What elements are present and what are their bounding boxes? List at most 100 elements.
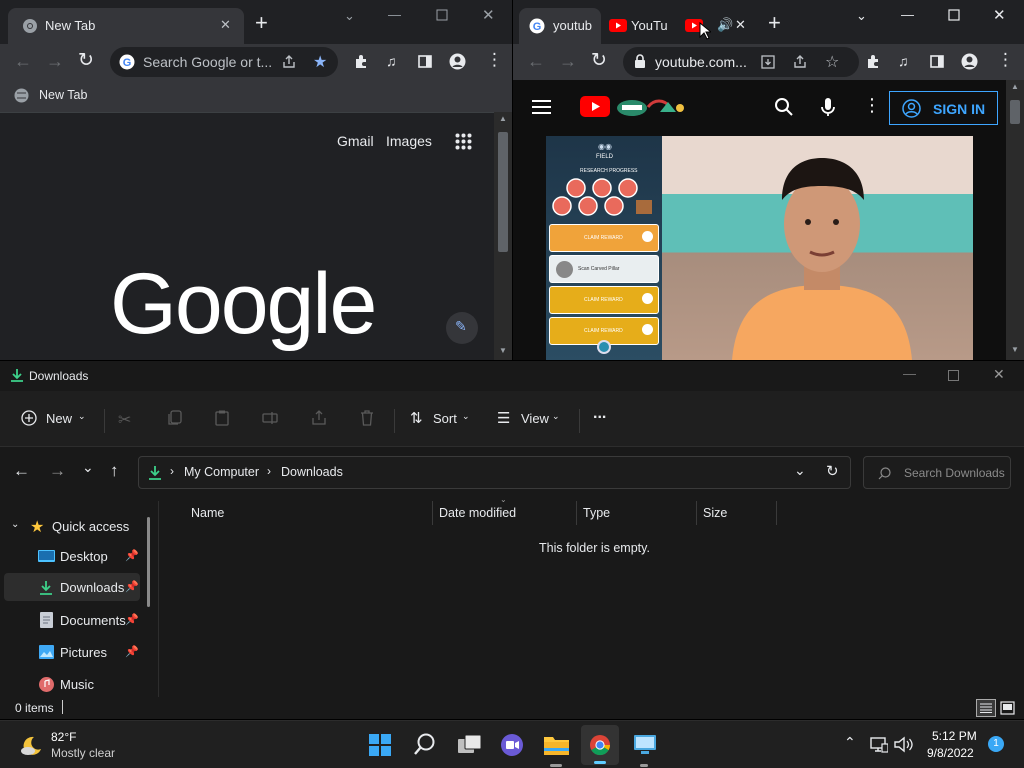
menu-kebab-icon[interactable]: ⋮	[486, 50, 503, 70]
new-button[interactable]: New ⌄	[12, 403, 92, 433]
minimize-icon[interactable]: —	[901, 7, 914, 22]
youtube-logo-icon[interactable]	[580, 96, 610, 117]
close-window-icon[interactable]: ✕	[993, 6, 1006, 24]
scroll-thumb[interactable]	[1010, 100, 1020, 124]
breadcrumb-my-computer[interactable]: My Computer	[184, 465, 259, 479]
back-icon[interactable]: ←	[13, 461, 30, 481]
file-explorer-icon[interactable]	[543, 733, 570, 756]
scroll-down-icon[interactable]: ▼	[1011, 345, 1019, 354]
search-downloads-field[interactable]: Search Downloads	[863, 456, 1011, 489]
omnibox[interactable]: youtube.com... ☆	[623, 47, 859, 77]
tab-search-chevron-icon[interactable]: ⌄	[344, 8, 355, 24]
media-control-icon[interactable]: ♫	[898, 53, 909, 69]
address-bar[interactable]: › My Computer › Downloads ⌄ ↻	[138, 456, 851, 489]
network-icon[interactable]	[870, 736, 888, 753]
scroll-up-icon[interactable]: ▲	[1011, 82, 1019, 91]
cut-icon[interactable]: ✂	[118, 410, 131, 430]
volume-icon[interactable]	[894, 736, 913, 753]
windows-start-icon[interactable]	[369, 734, 391, 756]
column-separator[interactable]	[776, 501, 777, 525]
nav-quick-access[interactable]: Quick access	[52, 519, 129, 534]
pin-icon[interactable]: 📌	[125, 645, 139, 658]
bookmark-star-icon[interactable]: ★	[313, 52, 327, 72]
pin-icon[interactable]: 📌	[125, 580, 139, 593]
bookmark-star-icon[interactable]: ☆	[825, 52, 839, 72]
microphone-icon[interactable]	[821, 97, 835, 117]
close-window-icon[interactable]: ✕	[482, 6, 495, 24]
clock-date[interactable]: 9/8/2022	[927, 746, 974, 760]
side-panel-icon[interactable]	[418, 55, 432, 68]
nav-item-desktop[interactable]: Desktop 📌	[0, 541, 144, 571]
scrollbar[interactable]: ▲ ▼	[494, 112, 512, 360]
nav-scrollbar[interactable]	[147, 517, 150, 607]
scroll-down-icon[interactable]: ▼	[499, 346, 507, 355]
refresh-icon[interactable]: ↻	[826, 462, 839, 480]
expand-chevron-icon[interactable]: ⌄	[11, 519, 19, 530]
extensions-icon[interactable]	[354, 54, 369, 69]
install-app-icon[interactable]	[761, 55, 775, 69]
maximize-icon[interactable]	[436, 9, 448, 21]
hamburger-menu-icon[interactable]	[532, 99, 551, 114]
apps-grid-icon[interactable]	[455, 133, 472, 150]
images-link[interactable]: Images	[386, 133, 432, 149]
close-window-icon[interactable]: ✕	[993, 366, 1005, 383]
tab-youtube-playing[interactable]: 🔊 ✕	[677, 8, 753, 44]
tab-youtube-1[interactable]: G youtub	[519, 8, 601, 44]
nav-item-music[interactable]: Music	[0, 669, 144, 697]
clock-time[interactable]: 5:12 PM	[932, 729, 977, 743]
share-icon[interactable]	[311, 410, 327, 426]
reload-icon[interactable]: ↻	[78, 49, 94, 72]
view-button[interactable]: ☰ View ⌄	[492, 403, 568, 433]
minimize-icon[interactable]: —	[903, 366, 916, 381]
video-player[interactable]: ◉◉ FIELD RESEARCH PROGRESS CLAIM REWARD	[546, 136, 973, 360]
media-control-icon[interactable]: ♫	[386, 53, 397, 69]
up-icon[interactable]: ↑	[110, 461, 119, 481]
close-tab-icon[interactable]: ✕	[220, 17, 231, 33]
notification-badge[interactable]: 1	[988, 736, 1004, 752]
nav-item-documents[interactable]: Documents 📌	[0, 605, 144, 635]
scroll-up-icon[interactable]: ▲	[499, 114, 507, 123]
nav-item-downloads[interactable]: Downloads 📌	[4, 573, 140, 601]
share-icon[interactable]	[282, 55, 296, 69]
column-size[interactable]: Size	[703, 506, 727, 520]
minimize-icon[interactable]: —	[388, 7, 401, 22]
column-separator[interactable]	[576, 501, 577, 525]
tiles-view-icon[interactable]	[1000, 701, 1015, 715]
sort-button[interactable]: ⇅ Sort ⌄	[404, 403, 480, 433]
chat-icon[interactable]	[500, 733, 524, 757]
chrome-taskbar-button[interactable]	[581, 725, 619, 765]
column-separator[interactable]	[432, 501, 433, 525]
tab-youtube-2[interactable]: YouTu	[601, 8, 677, 44]
maximize-icon[interactable]	[948, 9, 960, 21]
share-icon[interactable]	[793, 55, 807, 69]
pin-icon[interactable]: 📌	[125, 613, 139, 626]
new-tab-button[interactable]: +	[768, 10, 781, 36]
show-hidden-icons-icon[interactable]: ⌃	[844, 734, 856, 751]
copy-icon[interactable]	[168, 410, 182, 426]
audio-playing-icon[interactable]: 🔊	[717, 17, 733, 33]
scrollbar[interactable]: ▲ ▼	[1006, 80, 1024, 360]
profile-avatar-icon[interactable]	[961, 53, 978, 70]
forward-icon[interactable]: →	[46, 51, 64, 72]
menu-kebab-icon[interactable]: ⋮	[997, 50, 1014, 70]
rename-icon[interactable]	[262, 411, 278, 425]
new-tab-button[interactable]: +	[255, 10, 268, 36]
more-options-icon[interactable]: ⋮	[863, 95, 881, 116]
tab-new-tab[interactable]: New Tab ✕	[8, 8, 244, 44]
remote-desktop-icon[interactable]	[633, 734, 657, 756]
forward-icon[interactable]: →	[559, 51, 577, 72]
scroll-thumb[interactable]	[498, 132, 508, 252]
paste-icon[interactable]	[215, 410, 229, 426]
forward-icon[interactable]: →	[49, 461, 66, 481]
extensions-icon[interactable]	[866, 54, 881, 69]
breadcrumb-downloads[interactable]: Downloads	[281, 465, 343, 479]
column-date-modified[interactable]: Date modified	[439, 506, 516, 520]
gmail-link[interactable]: Gmail	[337, 133, 374, 149]
details-view-button[interactable]	[976, 699, 996, 717]
omnibox[interactable]: G Search Google or t... ★	[110, 47, 338, 77]
tab-search-chevron-icon[interactable]: ⌄	[856, 8, 867, 24]
search-icon[interactable]	[414, 733, 436, 757]
weather-widget[interactable]: 82°F Mostly clear	[14, 727, 144, 763]
customize-button[interactable]: ✎	[446, 312, 478, 344]
nav-item-pictures[interactable]: Pictures 📌	[0, 637, 144, 667]
